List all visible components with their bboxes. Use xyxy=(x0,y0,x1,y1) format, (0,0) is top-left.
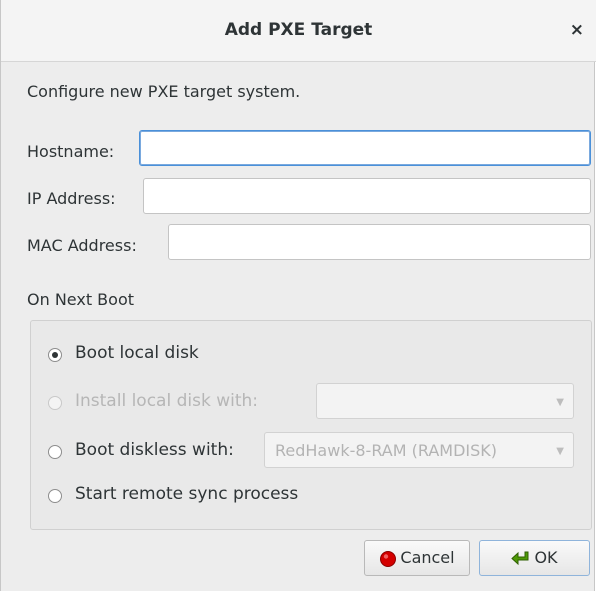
red-circle-icon xyxy=(380,550,397,567)
ok-button[interactable]: OK xyxy=(479,540,590,576)
on-next-boot-heading: On Next Boot xyxy=(27,290,135,309)
chevron-down-icon: ▼ xyxy=(556,446,564,457)
ip-address-label: IP Address: xyxy=(27,189,116,208)
radio-unchecked-icon[interactable] xyxy=(48,445,62,459)
mac-address-label: MAC Address: xyxy=(27,236,137,255)
dialog-description: Configure new PXE target system. xyxy=(27,82,301,101)
close-icon[interactable]: × xyxy=(570,20,584,40)
diskless-image-value: RedHawk-8-RAM (RAMDISK) xyxy=(275,441,498,460)
ok-label: OK xyxy=(534,548,558,567)
radio-checked-icon[interactable] xyxy=(48,348,62,362)
cancel-label: Cancel xyxy=(400,548,455,567)
mac-address-input[interactable] xyxy=(168,224,591,260)
radio-unchecked-icon xyxy=(48,396,62,410)
radio-label: Boot local disk xyxy=(75,343,199,363)
dialog-title: Add PXE Target xyxy=(224,20,373,40)
radio-label: Install local disk with: xyxy=(75,391,259,411)
title-bar: Add PXE Target × xyxy=(1,0,596,62)
ip-address-input[interactable] xyxy=(143,178,591,214)
green-arrow-icon xyxy=(511,551,529,565)
radio-label: Start remote sync process xyxy=(75,484,299,504)
radio-label: Boot diskless with: xyxy=(75,440,234,460)
hostname-input[interactable] xyxy=(139,130,591,166)
install-image-select: ▼ xyxy=(316,383,574,419)
hostname-label: Hostname: xyxy=(27,142,115,161)
add-pxe-target-dialog: Add PXE Target × Configure new PXE targe… xyxy=(0,0,596,591)
cancel-button[interactable]: Cancel xyxy=(364,540,470,576)
chevron-down-icon: ▼ xyxy=(556,397,564,408)
radio-unchecked-icon[interactable] xyxy=(48,489,62,503)
boot-options-group: Boot local disk Install local disk with:… xyxy=(30,320,592,530)
diskless-image-select: RedHawk-8-RAM (RAMDISK) ▼ xyxy=(264,432,574,468)
